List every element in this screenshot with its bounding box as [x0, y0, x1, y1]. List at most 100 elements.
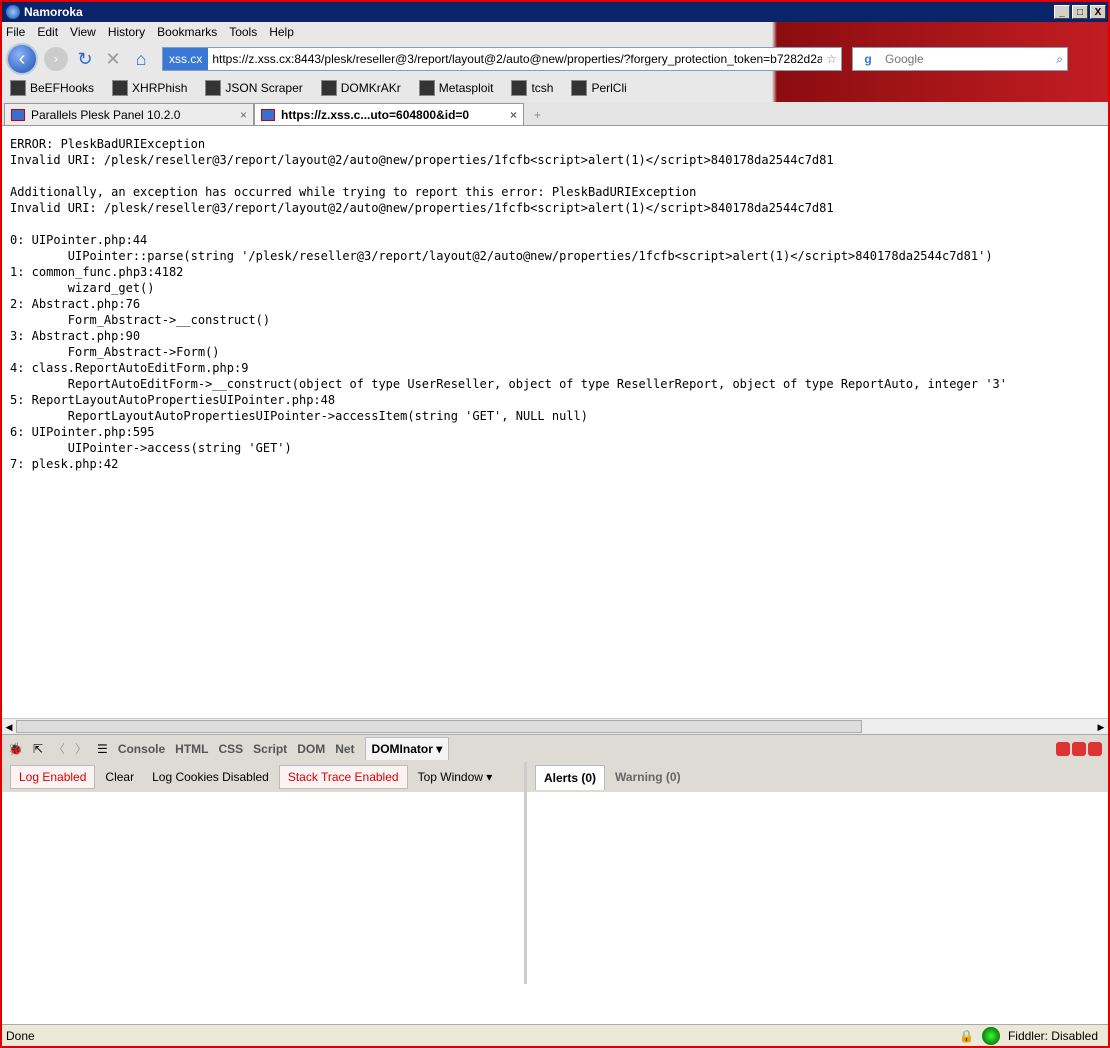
bookmark-item[interactable]: XHRPhish — [112, 80, 187, 96]
menu-bar: File Edit View History Bookmarks Tools Help — [2, 22, 1108, 42]
menu-file[interactable]: File — [6, 25, 25, 39]
content-line: ReportAutoEditForm->__construct(object o… — [10, 377, 1007, 391]
bookmark-star-icon[interactable]: ☆ — [822, 52, 841, 66]
firebug-tab[interactable]: DOM — [297, 742, 325, 756]
status-orb-icon[interactable] — [981, 1026, 1000, 1045]
url-input[interactable]: https://z.xss.cx:8443/plesk/reseller@3/r… — [208, 52, 822, 66]
back-button[interactable]: ‹ — [6, 43, 38, 75]
content-line: 2: Abstract.php:76 — [10, 297, 141, 311]
content-line: 6: UIPointer.php:595 — [10, 425, 155, 439]
content-line — [10, 168, 1100, 184]
bookmarks-toolbar: BeEFHooks XHRPhish JSON Scraper DOMKrAKr Met… — [2, 76, 1108, 100]
tab-close-icon[interactable]: × — [240, 108, 247, 122]
search-box[interactable]: g ⌕ — [852, 47, 1068, 71]
firebug-tab[interactable]: Net — [335, 742, 354, 756]
content-line: 0: UIPointer.php:44 — [10, 233, 148, 247]
maximize-button[interactable]: □ — [1072, 5, 1088, 19]
dominator-toolbar-button[interactable]: Clear — [97, 766, 142, 788]
bookmark-label: Metasploit — [438, 81, 494, 95]
bookmark-favicon-icon — [112, 80, 129, 96]
menu-icon[interactable]: ☰ — [97, 742, 108, 756]
content-line: Form_Abstract->__construct() — [10, 313, 271, 327]
prev-icon[interactable]: 〈 — [53, 740, 65, 757]
menu-edit[interactable]: Edit — [37, 25, 58, 39]
dominator-toolbar-button[interactable]: Log Enabled — [10, 765, 96, 789]
firebug-tab[interactable]: CSS — [218, 742, 243, 756]
dominator-toolbar-button[interactable]: Stack Trace Enabled — [278, 765, 408, 789]
content-line: 3: Abstract.php:90 — [10, 329, 141, 343]
close-button[interactable]: X — [1090, 5, 1106, 19]
bookmark-item[interactable]: JSON Scraper — [205, 80, 303, 96]
status-bar: Done 🔒 Fiddler: Disabled — [2, 1024, 1108, 1046]
search-icon[interactable]: ⌕ — [1052, 52, 1067, 67]
close-panel-button[interactable] — [1088, 741, 1102, 756]
firebug-tab[interactable]: Console — [118, 742, 165, 756]
content-line: UIPointer->access(string 'GET') — [10, 441, 292, 455]
dominator-toolbar-button[interactable]: Log Cookies Disabled — [144, 766, 277, 788]
bookmark-label: PerlCli — [591, 81, 627, 95]
reload-icon[interactable]: ↻ — [74, 49, 96, 70]
next-icon[interactable]: 〉 — [75, 740, 87, 757]
browser-tab[interactable]: https://z.xss.c...uto=604800&id=0 × — [254, 103, 524, 125]
firebug-tab[interactable]: Script — [253, 742, 287, 756]
app-logo-icon — [6, 5, 20, 19]
new-tab-button[interactable]: + — [524, 105, 551, 125]
tab-close-icon[interactable]: × — [510, 108, 517, 122]
google-icon[interactable]: g — [853, 52, 883, 66]
bookmark-label: JSON Scraper — [225, 81, 303, 95]
dominator-toolbar-button[interactable]: Top Window ▾ — [410, 766, 501, 788]
url-bar[interactable]: xss.cx https://z.xss.cx:8443/plesk/resel… — [162, 47, 842, 71]
dominator-toolbar: Log Enabled Clear Log Cookies Disabled Stac… — [2, 762, 524, 792]
page-content: ERROR: PleskBadURIException Invalid URI: … — [2, 126, 1108, 718]
stop-icon[interactable]: ✕ — [102, 49, 124, 70]
content-line: 4: class.ReportAutoEditForm.php:9 — [10, 361, 249, 375]
bookmark-favicon-icon — [511, 80, 528, 96]
alerts-tabs: Alerts (0) Warning (0) — [527, 762, 1108, 792]
alerts-tab[interactable]: Alerts (0) — [535, 764, 606, 790]
firebug-tab[interactable]: DOMInator ▾ — [364, 737, 450, 760]
tab-strip: Parallels Plesk Panel 10.2.0 × https://z.x… — [2, 102, 1108, 126]
content-line: Invalid URI: /plesk/reseller@3/report/la… — [10, 201, 834, 215]
content-line: ERROR: PleskBadURIException — [10, 137, 206, 151]
bookmark-item[interactable]: tcsh — [511, 80, 553, 96]
content-line — [10, 216, 1100, 232]
detach-panel-button[interactable] — [1072, 741, 1086, 756]
forward-button[interactable]: › — [44, 47, 68, 71]
bookmark-favicon-icon — [320, 80, 337, 96]
alerts-tab[interactable]: Warning (0) — [607, 765, 689, 789]
content-line: UIPointer::parse(string '/plesk/reseller… — [10, 249, 993, 263]
site-identity[interactable]: xss.cx — [163, 48, 209, 70]
firebug-icon[interactable]: 🐞 — [8, 742, 23, 756]
menu-bookmarks[interactable]: Bookmarks — [157, 25, 217, 39]
firebug-toolbar: 🐞 ⇱ 〈 〉 ☰ Console HTML CSS Script DOM Net DOMI… — [2, 734, 1108, 762]
menu-help[interactable]: Help — [269, 25, 294, 39]
minimize-button[interactable]: _ — [1054, 5, 1070, 19]
firebug-tab[interactable]: HTML — [175, 742, 208, 756]
menu-tools[interactable]: Tools — [229, 25, 257, 39]
content-line: Form_Abstract->Form() — [10, 345, 220, 359]
bookmark-item[interactable]: PerlCli — [571, 80, 627, 96]
content-line: 1: common_func.php3:4182 — [10, 265, 184, 279]
bookmark-item[interactable]: Metasploit — [418, 80, 494, 96]
home-icon[interactable]: ⌂ — [130, 49, 152, 70]
content-line: 5: ReportLayoutAutoPropertiesUIPointer.p… — [10, 393, 336, 407]
bookmark-label: XHRPhish — [132, 81, 188, 95]
tab-label: https://z.xss.c...uto=604800&id=0 — [281, 107, 470, 122]
browser-tab[interactable]: Parallels Plesk Panel 10.2.0 × — [4, 103, 254, 125]
bookmark-item[interactable]: DOMKrAKr — [320, 80, 401, 96]
menu-history[interactable]: History — [108, 25, 145, 39]
search-input[interactable] — [883, 51, 1053, 67]
panel-controls — [1056, 741, 1102, 756]
bookmark-favicon-icon — [10, 80, 26, 96]
horizontal-scrollbar[interactable]: ◀ ▶ — [2, 718, 1108, 734]
minimize-panel-button[interactable] — [1056, 741, 1070, 756]
status-text: Done — [6, 1028, 35, 1043]
lock-icon: 🔒 — [959, 1028, 974, 1043]
fiddler-status[interactable]: Fiddler: Disabled — [1008, 1029, 1098, 1043]
menu-view[interactable]: View — [70, 25, 96, 39]
bookmark-favicon-icon — [571, 80, 588, 96]
tab-label: Parallels Plesk Panel 10.2.0 — [31, 107, 181, 122]
inspect-icon[interactable]: ⇱ — [33, 742, 43, 756]
bookmark-item[interactable]: BeEFHooks — [10, 80, 94, 96]
tab-favicon-icon — [261, 108, 275, 121]
